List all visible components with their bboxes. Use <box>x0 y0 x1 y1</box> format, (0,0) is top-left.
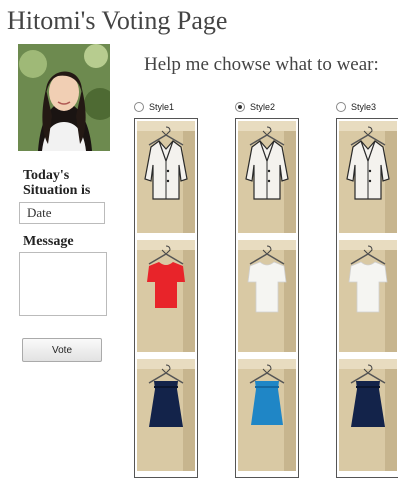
style-column-3: Style3 <box>336 100 398 478</box>
style2-label: Style2 <box>250 102 276 112</box>
jacket-photo <box>339 121 397 233</box>
message-label: Message <box>23 234 74 249</box>
top-photo <box>339 240 397 352</box>
skirt-photo <box>137 359 195 471</box>
style2-radio[interactable] <box>235 102 245 112</box>
message-field[interactable] <box>19 252 107 316</box>
style3-option[interactable]: Style3 <box>336 100 398 114</box>
style2-option[interactable]: Style2 <box>235 100 299 114</box>
style1-radio[interactable] <box>134 102 144 112</box>
outfit-photos <box>235 118 299 478</box>
style1-label: Style1 <box>149 102 175 112</box>
date-field[interactable]: Date <box>19 202 105 224</box>
style-column-1: Style1 <box>134 100 198 478</box>
profile-photo <box>18 44 110 151</box>
style3-radio[interactable] <box>336 102 346 112</box>
jacket-photo <box>137 121 195 233</box>
page-title: Hitomi's Voting Page <box>7 6 228 35</box>
style3-label: Style3 <box>351 102 377 112</box>
avatar <box>18 44 110 151</box>
subtitle: Help me chowse what to wear: <box>144 54 379 75</box>
jacket-photo <box>238 121 296 233</box>
top-photo <box>137 240 195 352</box>
situation-label: Today's Situation is <box>23 168 91 198</box>
vote-button[interactable]: Vote <box>22 338 102 362</box>
style-column-2: Style2 <box>235 100 299 478</box>
outfit-photos <box>134 118 198 478</box>
style1-option[interactable]: Style1 <box>134 100 198 114</box>
outfit-photos <box>336 118 398 478</box>
skirt-photo <box>238 359 296 471</box>
skirt-photo <box>339 359 397 471</box>
top-photo <box>238 240 296 352</box>
